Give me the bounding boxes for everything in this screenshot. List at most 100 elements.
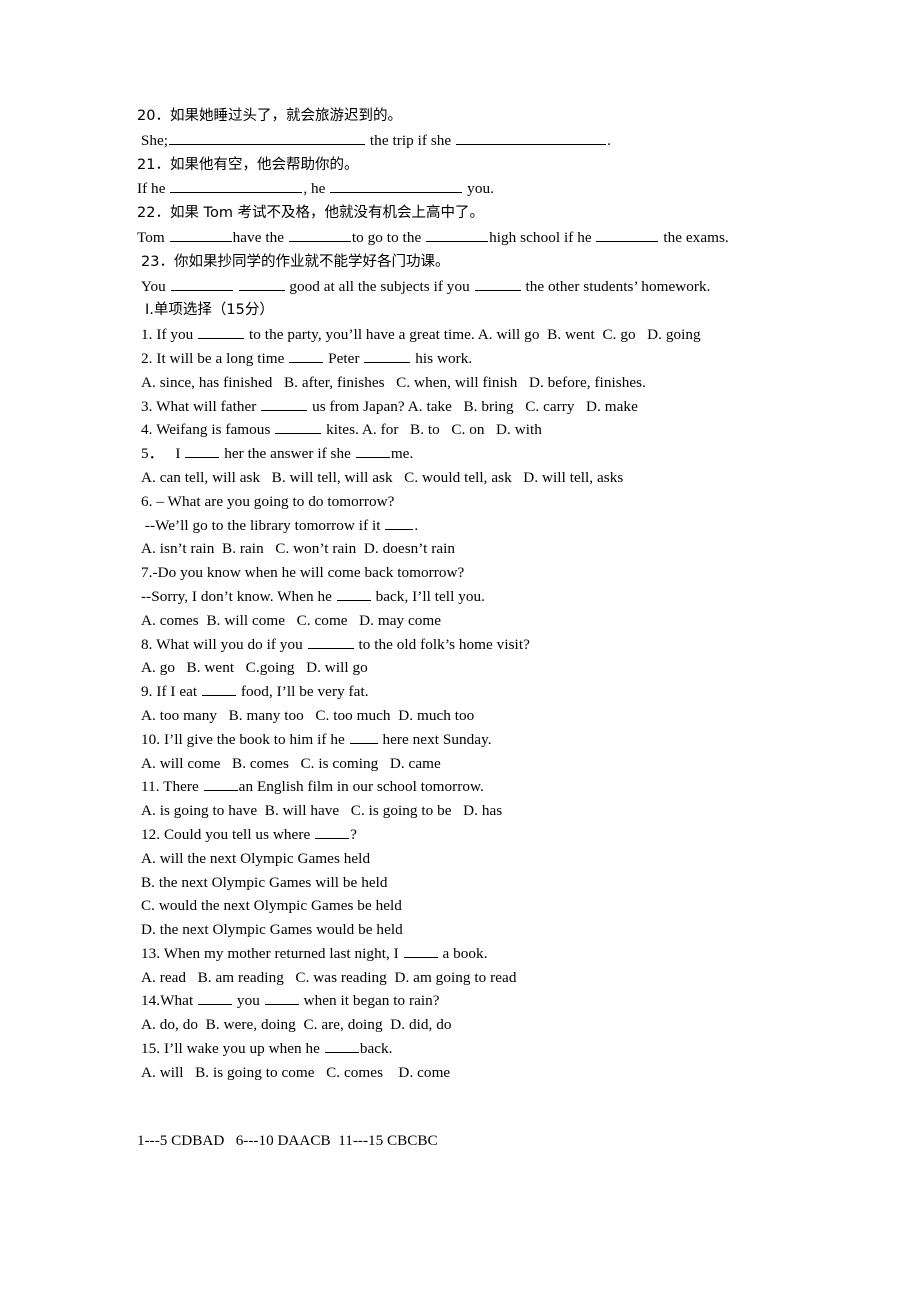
blank-field[interactable] [198, 990, 233, 1006]
answer-text-20c: . [607, 131, 611, 149]
answer-text-21b: , he [303, 180, 330, 198]
mc-4-stem-before: 4. Weifang is famous [141, 421, 275, 439]
blank-field[interactable] [456, 129, 607, 145]
answer-text-23a: You [141, 277, 170, 295]
answer-text-23b [234, 278, 238, 295]
blank-field[interactable] [170, 178, 303, 194]
answer-text-22d: high school if he [489, 228, 596, 246]
blank-field[interactable] [203, 776, 238, 792]
mc-7-stem-after: back, I’ll tell you. [371, 587, 485, 605]
mc-question-14-options: A. do, do B. were, doing C. are, doing D… [141, 1016, 452, 1034]
blank-field[interactable] [474, 275, 521, 291]
mc-7-stem-before: --Sorry, I don’t know. When he [141, 587, 336, 605]
mc-question-13-options: A. read B. am reading C. was reading D. … [141, 968, 517, 986]
mc-question-12: 12. Could you tell us where ? [137, 823, 795, 847]
mc-question-1: 1. If you to the party, you’ll have a gr… [137, 323, 795, 347]
mc-6-stem-after: . [414, 516, 419, 534]
answer-text-23d: the other students’ homework. [521, 277, 711, 295]
mc-question-9-options: A. too many B. many too C. too much D. m… [141, 706, 475, 724]
blank-field[interactable] [336, 586, 371, 601]
mc-question-12-option-a: A. will the next Olympic Games held [141, 849, 371, 867]
mc-question-8: 8. What will you do if you to the old fo… [137, 633, 795, 657]
blank-field[interactable] [202, 681, 237, 697]
mc-9-stem-after: food, I’ll be very fat. [237, 683, 369, 701]
mc-5-stem-after: her the answer if she [220, 445, 355, 463]
mc-question-7-options: A. comes B. will come C. come D. may com… [141, 611, 442, 629]
translation-item-20-prompt: 20．如果她睡过头了，就会旅游迟到的。 [137, 104, 795, 129]
mc-question-9: 9. If I eat food, I’ll be very fat. [137, 680, 795, 704]
mc-1-stem-after: to the party, you’ll have a great time. … [245, 326, 701, 344]
blank-field[interactable] [170, 275, 233, 291]
blank-field[interactable] [185, 443, 220, 459]
answer-text-21c: you. [463, 180, 494, 198]
answer-text-23c: good at all the subjects if you [285, 277, 474, 295]
mc-9-stem-before: 9. If I eat [141, 683, 202, 701]
mc-6-stem-before: --We’ll go to the library tomorrow if it [141, 516, 385, 534]
translation-item-22-prompt-text: 22．如果 Tom 考试不及格，他就没有机会上高中了。 [137, 205, 485, 222]
mc-question-2-options: A. since, has finished B. after, finishe… [141, 373, 646, 391]
answer-text-20b: the trip if she [366, 131, 456, 149]
blank-field[interactable] [288, 227, 351, 242]
blank-field[interactable] [324, 1038, 359, 1054]
blank-field[interactable] [330, 178, 463, 194]
translation-item-23-prompt-text: 23．你如果抄同学的作业就不能学好各门功课。 [141, 253, 450, 270]
mc-question-10-options: A. will come B. comes C. is coming D. ca… [141, 754, 441, 772]
mc-2-stem-before: 2. It will be a long time [141, 349, 289, 367]
mc-question-12-option-c: C. would the next Olympic Games be held [141, 897, 402, 915]
blank-field[interactable] [403, 942, 438, 958]
mc-10-stem-before: 10. I’ll give the book to him if he [141, 730, 349, 748]
mc-11-stem-before: 11. There [141, 778, 203, 796]
translation-item-23-answer-line: You good at all the subjects if you the … [137, 275, 795, 299]
translation-item-23-prompt: 23．你如果抄同学的作业就不能学好各门功课。 [137, 250, 795, 275]
blank-field[interactable] [426, 227, 489, 242]
mc-14-stem-after: when it began to rain? [299, 992, 440, 1010]
mc-10-stem-after: here next Sunday. [378, 730, 492, 748]
blank-field[interactable] [238, 275, 285, 291]
mc-2-stem-mid: Peter [324, 349, 364, 367]
mc-question-8-options: A. go B. went C.going D. will go [141, 659, 368, 677]
mc-question-7-line1: 7.-Do you know when he will come back to… [141, 564, 465, 582]
blank-field[interactable] [169, 227, 232, 242]
blank-field[interactable] [169, 129, 366, 145]
answer-key-line: 1---5 CDBAD 6---10 DAACB 11---15 CBCBC [137, 1131, 438, 1149]
blank-field[interactable] [289, 348, 324, 363]
mc-question-10: 10. I’ll give the book to him if he here… [137, 728, 795, 752]
blank-field[interactable] [261, 395, 308, 411]
mc-question-15-options: A. will B. is going to come C. comes D. … [141, 1063, 451, 1081]
translation-item-20-answer-line: She; the trip if she . [137, 129, 795, 153]
mc-14-stem-mid: you [233, 992, 264, 1010]
blank-field[interactable] [307, 633, 354, 649]
blank-field[interactable] [385, 514, 414, 530]
blank-field[interactable] [275, 419, 322, 435]
mc-12-stem-before: 12. Could you tell us where [141, 825, 315, 843]
mc-question-6-options: A. isn’t rain B. rain C. won’t rain D. d… [141, 540, 456, 558]
mc-question-3: 3. What will father us from Japan? A. ta… [137, 395, 795, 419]
mc-3-stem-before: 3. What will father [141, 397, 261, 415]
mc-8-stem-before: 8. What will you do if you [141, 635, 307, 653]
translation-item-22-answer-line: Tom have the to go to the high school if… [137, 226, 795, 250]
answer-text-22c: to go to the [351, 228, 426, 246]
translation-item-20-prompt-text: 20．如果她睡过头了，就会旅游迟到的。 [137, 108, 402, 124]
mc-question-12-option-d: D. the next Olympic Games would be held [141, 921, 403, 939]
section-heading-text: Ⅰ.单项选择（15分） [145, 302, 274, 319]
mc-question-5: 5． I her the answer if she me. [137, 442, 795, 466]
mc-8-stem-after: to the old folk’s home visit? [354, 635, 530, 653]
answer-text-21a: If he [137, 180, 170, 198]
mc-4-stem-after: kites. A. for B. to C. on D. with [322, 421, 542, 439]
mc-question-11: 11. There an English film in our school … [137, 775, 795, 799]
blank-field[interactable] [349, 728, 378, 744]
mc-question-6-line1: 6. – What are you going to do tomorrow? [141, 492, 395, 510]
blank-field[interactable] [596, 227, 659, 242]
blank-field[interactable] [264, 990, 299, 1006]
mc-13-stem-after: a book. [438, 944, 488, 962]
mc-question-12-option-b: B. the next Olympic Games will be held [141, 873, 388, 891]
mc-question-5-options: A. can tell, will ask B. will tell, will… [141, 468, 624, 486]
blank-field[interactable] [364, 348, 411, 363]
answer-text-22b: have the [232, 228, 288, 246]
blank-field[interactable] [198, 324, 245, 340]
blank-field[interactable] [355, 443, 390, 459]
mc-question-13: 13. When my mother returned last night, … [137, 942, 795, 966]
blank-field[interactable] [315, 823, 350, 839]
mc-question-6-line2: --We’ll go to the library tomorrow if it… [137, 514, 795, 538]
translation-item-21-answer-line: If he , he you. [137, 177, 795, 201]
